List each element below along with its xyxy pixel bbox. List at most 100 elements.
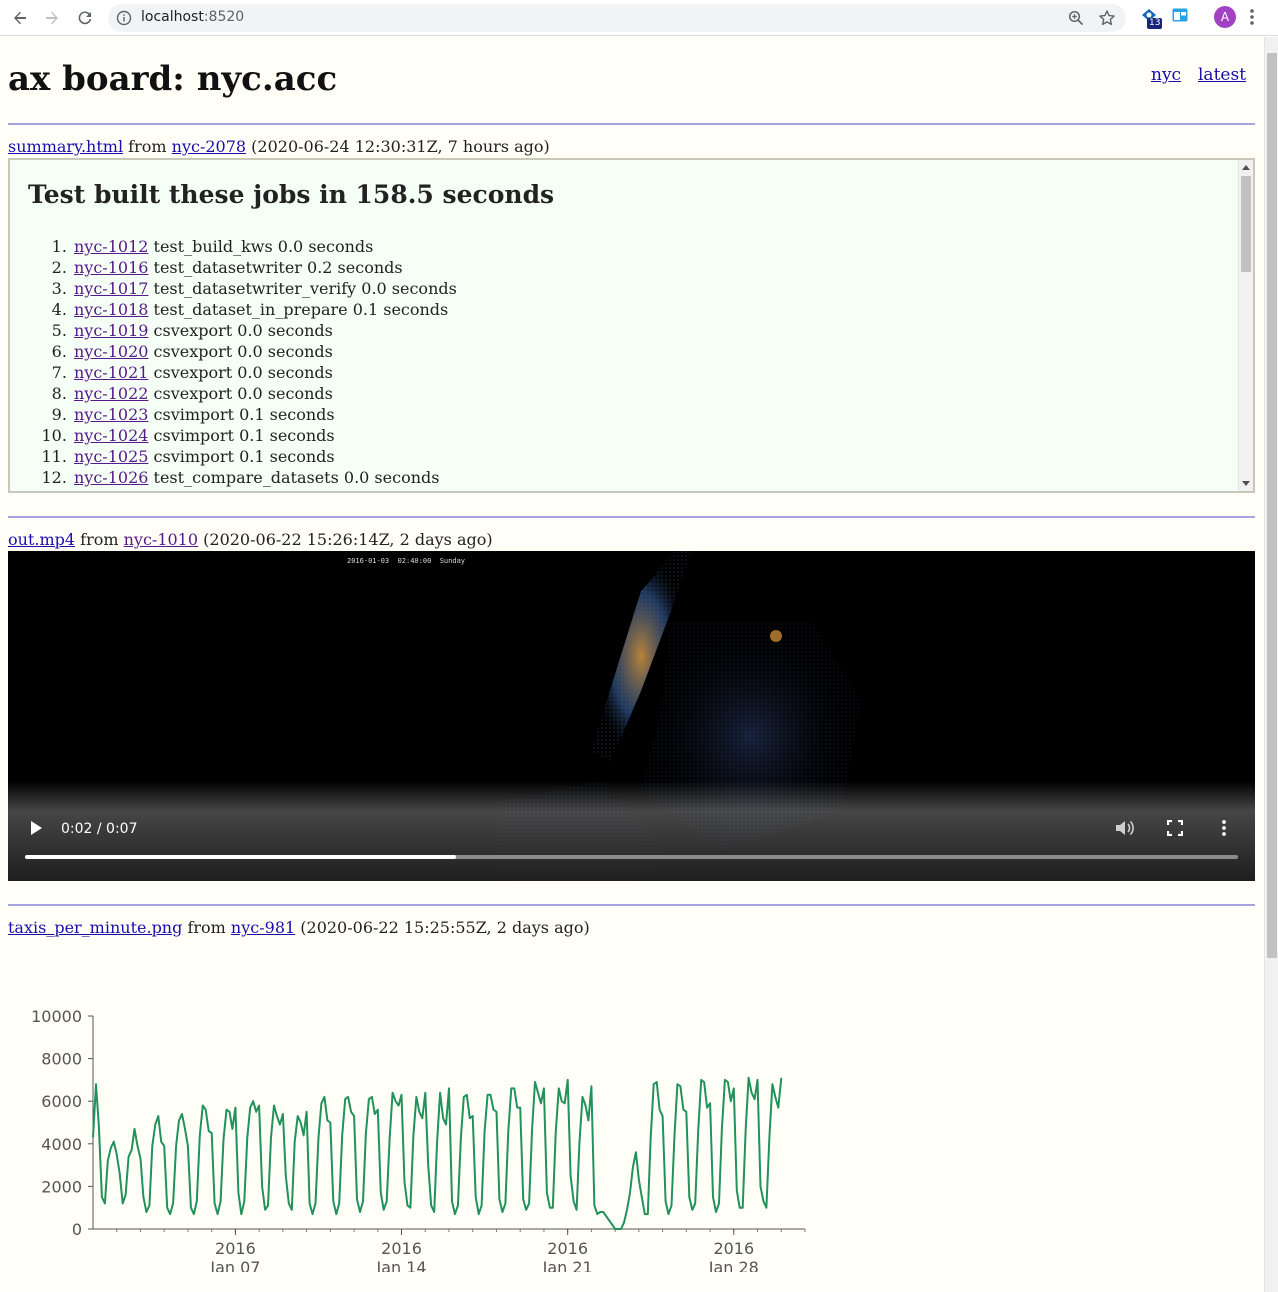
video-file-link[interactable]: out.mp4	[8, 530, 75, 549]
from-text: from	[187, 918, 226, 937]
latest-link[interactable]: latest	[1198, 65, 1246, 85]
job-description: test_compare_datasets 0.0 seconds	[153, 468, 440, 487]
x-tick-year-label: 2016	[381, 1239, 422, 1258]
image-job-link[interactable]: nyc-981	[231, 918, 295, 937]
taxis-per-minute-chart: 0 2000 4000 6000 8000 10000 2016 Jan 07 2016 Jan …	[8, 944, 832, 1272]
job-description: csvexport 0.0 seconds	[153, 363, 333, 382]
video-time: 0:02 / 0:07	[61, 821, 138, 837]
job-link[interactable]: nyc-1022	[74, 384, 148, 403]
job-description: csvexport 0.0 seconds	[153, 342, 333, 361]
job-link[interactable]: nyc-1025	[74, 447, 148, 466]
url-port: :8520	[203, 9, 245, 25]
y-tick-label: 10000	[31, 1007, 82, 1026]
job-link[interactable]: nyc-1023	[74, 405, 148, 424]
page-scroll-thumb[interactable]	[1267, 53, 1277, 958]
section-divider	[8, 516, 1255, 518]
summary-timestamp: (2020-06-24 12:30:31Z, 7 hours ago)	[251, 137, 550, 156]
section-divider	[8, 904, 1255, 906]
reload-icon	[78, 11, 92, 25]
job-link[interactable]: nyc-1019	[74, 321, 148, 340]
job-list-item: nyc-1025 csvimport 0.1 seconds	[72, 446, 457, 467]
controls-gradient	[8, 781, 1255, 881]
url-host: localhost	[141, 9, 204, 25]
job-description: csvexport 0.0 seconds	[153, 384, 333, 403]
y-tick-label: 4000	[41, 1135, 82, 1154]
kebab-menu-icon[interactable]	[1249, 8, 1255, 26]
forward-button[interactable]	[38, 4, 66, 32]
summary-scrollbar[interactable]	[1238, 160, 1253, 491]
job-description: csvimport 0.1 seconds	[153, 447, 335, 466]
url-text[interactable]: localhost:8520	[141, 9, 244, 25]
y-tick-label: 2000	[41, 1177, 82, 1196]
job-description: csvimport 0.1 seconds	[153, 405, 335, 424]
video-timestamp: (2020-06-22 15:26:14Z, 2 days ago)	[203, 530, 493, 549]
x-tick-year-label: 2016	[547, 1239, 588, 1258]
back-button[interactable]	[6, 4, 34, 32]
forward-arrow-icon	[46, 11, 58, 25]
job-description: csvimport 0.1 seconds	[153, 426, 335, 445]
chart-svg: 02000400060008000100002016Jan 072016Jan …	[31, 1007, 806, 1272]
job-list-item: nyc-1018 test_dataset_in_prepare 0.1 sec…	[72, 299, 457, 320]
video-seek-bar[interactable]	[25, 855, 1238, 859]
video-progress-fill	[25, 855, 456, 859]
from-text: from	[128, 137, 167, 156]
summary-scroll-thumb[interactable]	[1241, 176, 1251, 272]
bookmark-star-icon[interactable]	[1098, 9, 1116, 27]
job-list-item: nyc-1019 csvexport 0.0 seconds	[72, 320, 457, 341]
job-link[interactable]: nyc-1026	[74, 468, 148, 487]
job-link[interactable]: nyc-1012	[74, 237, 148, 256]
image-timestamp: (2020-06-22 15:25:55Z, 2 days ago)	[300, 918, 590, 937]
x-tick-year-label: 2016	[215, 1239, 256, 1258]
job-link[interactable]: nyc-1016	[74, 258, 148, 277]
job-link[interactable]: nyc-1024	[74, 426, 148, 445]
frame-timestamp: 2016-01-03 02:40:00 Sunday	[347, 557, 466, 565]
x-tick-date-label: Jan 21	[542, 1258, 593, 1272]
y-tick-label: 6000	[41, 1092, 82, 1111]
summary-file-link[interactable]: summary.html	[8, 137, 123, 156]
play-icon[interactable]	[28, 819, 44, 837]
job-list-item: nyc-1022 csvexport 0.0 seconds	[72, 383, 457, 404]
job-description: test_datasetwriter 0.2 seconds	[153, 258, 403, 277]
job-description: test_datasetwriter_verify 0.0 seconds	[153, 279, 457, 298]
taxis-per-minute-line	[92, 1076, 783, 1230]
browser-toolbar: localhost:8520 13 A	[0, 0, 1278, 36]
extension-badge: 13	[1147, 18, 1163, 29]
address-bar[interactable]: localhost:8520	[108, 4, 1126, 32]
job-link[interactable]: nyc-1018	[74, 300, 148, 319]
profile-avatar[interactable]: A	[1214, 6, 1236, 28]
job-list-item: nyc-1017 test_datasetwriter_verify 0.0 s…	[72, 278, 457, 299]
job-link[interactable]: nyc-1017	[74, 279, 148, 298]
video-player[interactable]: 2016-01-03 02:40:00 Sunday 0:02 / 0:07	[8, 551, 1255, 881]
fullscreen-icon[interactable]	[1167, 820, 1183, 836]
scroll-down-icon[interactable]	[1242, 481, 1250, 487]
info-icon[interactable]	[116, 10, 132, 26]
x-tick-date-label: Jan 07	[209, 1258, 260, 1272]
job-link[interactable]: nyc-1020	[74, 342, 148, 361]
x-tick-year-label: 2016	[713, 1239, 754, 1258]
scroll-up-icon[interactable]	[1242, 164, 1250, 170]
reload-button[interactable]	[71, 4, 99, 32]
window-extension-icon[interactable]	[1171, 6, 1189, 24]
video-job-link[interactable]: nyc-1010	[124, 530, 198, 549]
nyc-link[interactable]: nyc	[1151, 65, 1181, 85]
job-list-item: nyc-1026 test_compare_datasets 0.0 secon…	[72, 467, 457, 488]
job-list-item: nyc-1020 csvexport 0.0 seconds	[72, 341, 457, 362]
job-description: test_build_kws 0.0 seconds	[153, 237, 374, 256]
job-link[interactable]: nyc-1021	[74, 363, 148, 382]
zoom-icon[interactable]	[1068, 10, 1084, 26]
job-list-item: nyc-1016 test_datasetwriter 0.2 seconds	[72, 257, 457, 278]
volume-icon[interactable]	[1114, 819, 1136, 837]
summary-frame[interactable]: Test built these jobs in 158.5 seconds n…	[8, 158, 1255, 493]
job-list: nyc-1012 test_build_kws 0.0 secondsnyc-1…	[28, 236, 457, 488]
job-description: test_dataset_in_prepare 0.1 seconds	[153, 300, 449, 319]
summary-job-link[interactable]: nyc-2078	[172, 137, 246, 156]
section-divider	[8, 123, 1255, 125]
more-options-icon[interactable]	[1221, 819, 1227, 837]
image-meta: taxis_per_minute.png from nyc-981 (2020-…	[8, 918, 590, 937]
video-meta: out.mp4 from nyc-1010 (2020-06-22 15:26:…	[8, 530, 493, 549]
from-text: from	[80, 530, 119, 549]
image-file-link[interactable]: taxis_per_minute.png	[8, 918, 182, 937]
x-tick-date-label: Jan 14	[375, 1258, 426, 1272]
job-list-item: nyc-1021 csvexport 0.0 seconds	[72, 362, 457, 383]
page-scrollbar[interactable]	[1264, 37, 1278, 1292]
